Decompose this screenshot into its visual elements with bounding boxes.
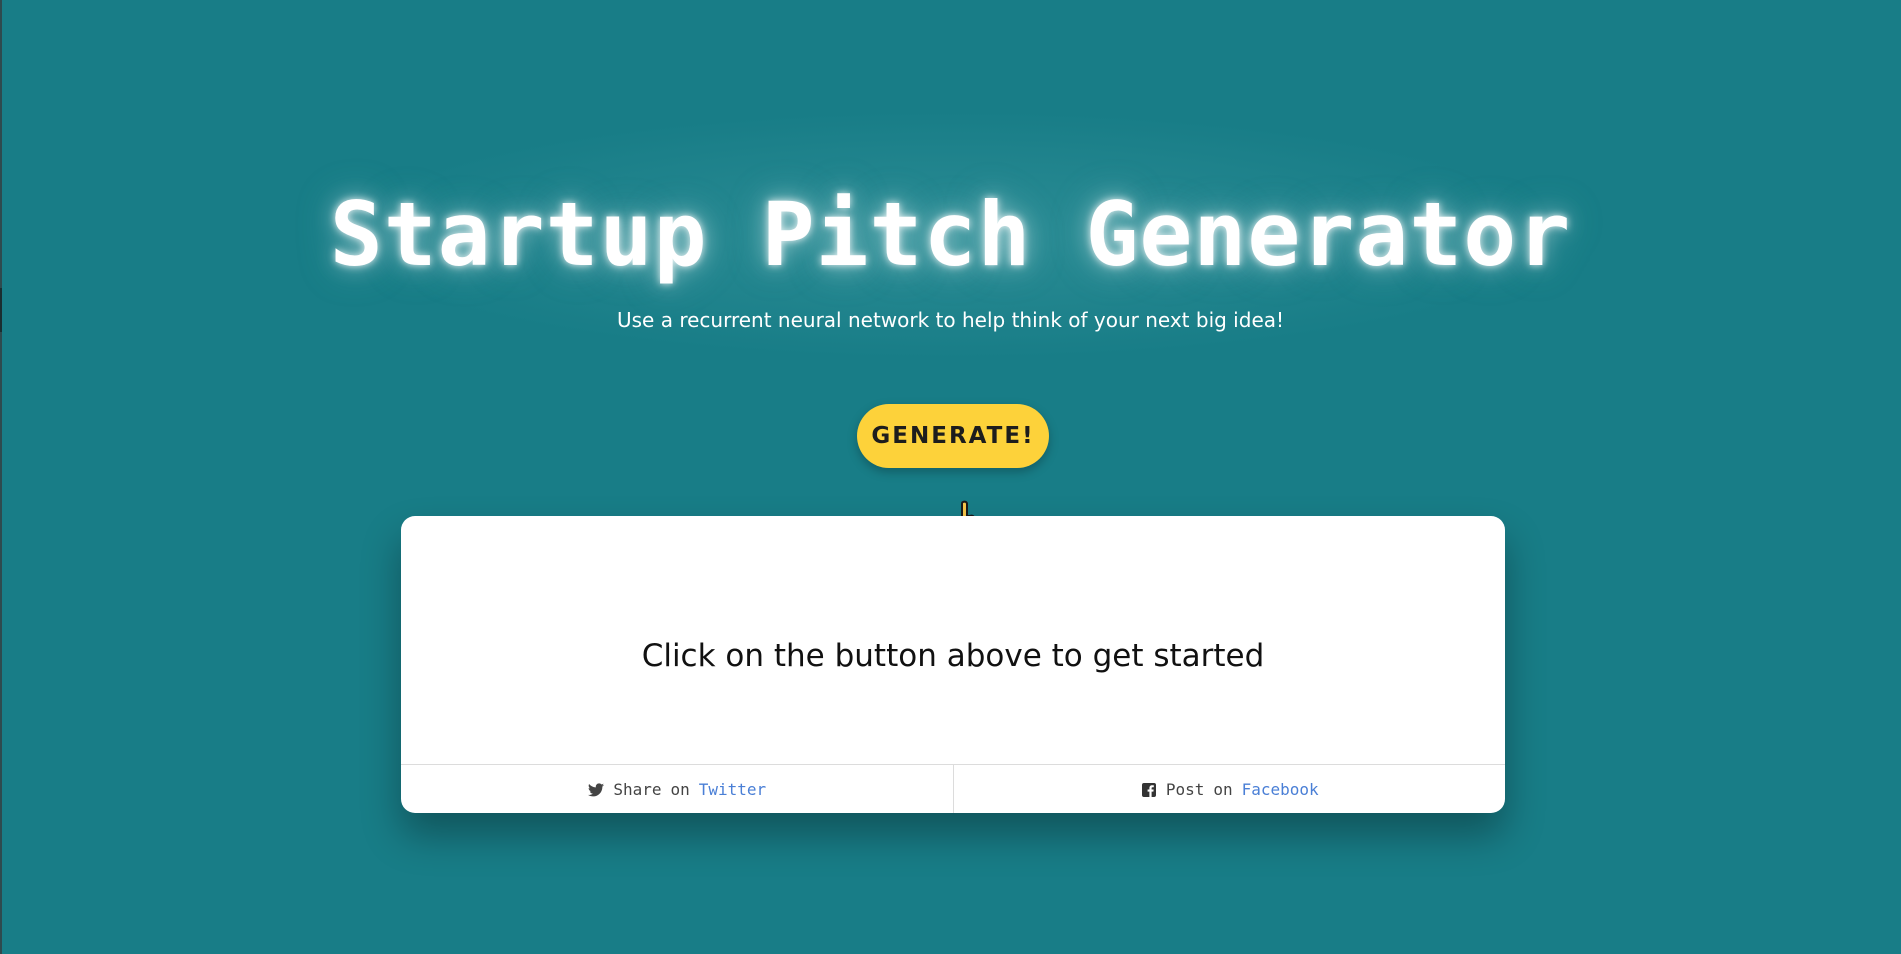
share-bar: Share on Twitter Post on Facebook xyxy=(401,764,1505,813)
pitch-message: Click on the button above to get started xyxy=(641,638,1265,674)
share-facebook-preposition: on xyxy=(1213,780,1233,799)
share-twitter-verb: Share xyxy=(613,780,662,799)
facebook-icon xyxy=(1140,781,1158,799)
twitter-link[interactable]: Twitter xyxy=(699,780,766,799)
share-facebook-button[interactable]: Post on Facebook xyxy=(952,765,1506,813)
page-subtitle: Use a recurrent neural network to help t… xyxy=(616,308,1285,332)
share-facebook-verb: Post xyxy=(1165,780,1205,799)
twitter-icon xyxy=(587,781,605,799)
page-title: Startup Pitch Generator xyxy=(329,183,1572,286)
generate-button[interactable]: GENERATE! xyxy=(857,404,1049,468)
facebook-link[interactable]: Facebook xyxy=(1242,780,1319,799)
hero-section: Startup Pitch Generator Use a recurrent … xyxy=(0,0,1901,400)
share-twitter-preposition: on xyxy=(670,780,690,799)
pitch-card: Click on the button above to get started… xyxy=(401,516,1505,813)
share-twitter-button[interactable]: Share on Twitter xyxy=(401,765,953,813)
